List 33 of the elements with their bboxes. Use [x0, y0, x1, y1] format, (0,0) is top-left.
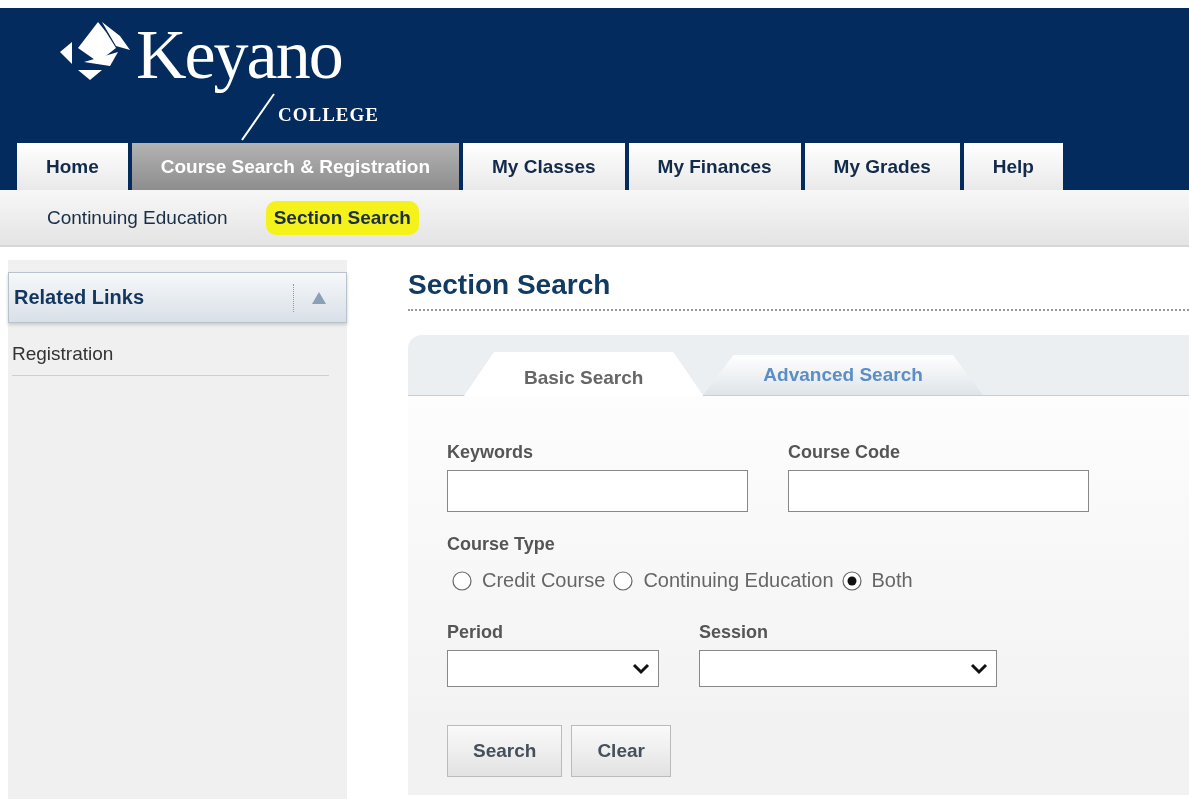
field-label: Keywords — [447, 442, 535, 463]
nav-tab[interactable]: My Grades — [804, 143, 960, 190]
form-button[interactable]: Clear — [571, 725, 671, 777]
subnav-link[interactable]: Continuing Education — [39, 200, 236, 235]
field-label: Course Type — [447, 534, 556, 555]
radio-button[interactable] — [452, 570, 472, 591]
chevron-down-icon — [970, 662, 988, 675]
chevron-down-icon — [632, 662, 650, 675]
form-button[interactable]: Search — [447, 725, 563, 777]
nav-tab[interactable]: My Classes — [463, 143, 625, 190]
nav-tab[interactable]: My Finances — [628, 143, 801, 190]
radio-label: Continuing Education — [643, 569, 834, 592]
field-label: Course Code — [788, 442, 902, 463]
radio-button[interactable] — [613, 570, 634, 591]
page-title: Section Search — [408, 269, 612, 302]
field-label: Session — [699, 622, 770, 643]
logo-subtitle: COLLEGE — [278, 104, 379, 126]
nav-tab[interactable]: Help — [963, 143, 1063, 190]
panel-title: Related Links — [14, 286, 146, 309]
field-label: Period — [447, 622, 504, 643]
search-tab[interactable]: Basic Search — [464, 352, 704, 396]
radio-button[interactable] — [841, 570, 862, 591]
session-dropdown[interactable] — [699, 650, 997, 687]
sidebar-link[interactable]: Registration — [12, 343, 329, 376]
nav-tab[interactable]: Home — [17, 143, 128, 190]
radio-label: Credit Course — [482, 569, 606, 592]
keywords-field[interactable] — [447, 470, 748, 512]
subnav-link[interactable]: Section Search — [265, 200, 419, 235]
period-dropdown[interactable] — [447, 650, 659, 687]
collapse-arrow-icon[interactable] — [312, 291, 326, 304]
radio-label: Both — [871, 569, 913, 592]
course-code-field[interactable] — [788, 470, 1089, 512]
logo-slash-icon — [238, 92, 278, 142]
